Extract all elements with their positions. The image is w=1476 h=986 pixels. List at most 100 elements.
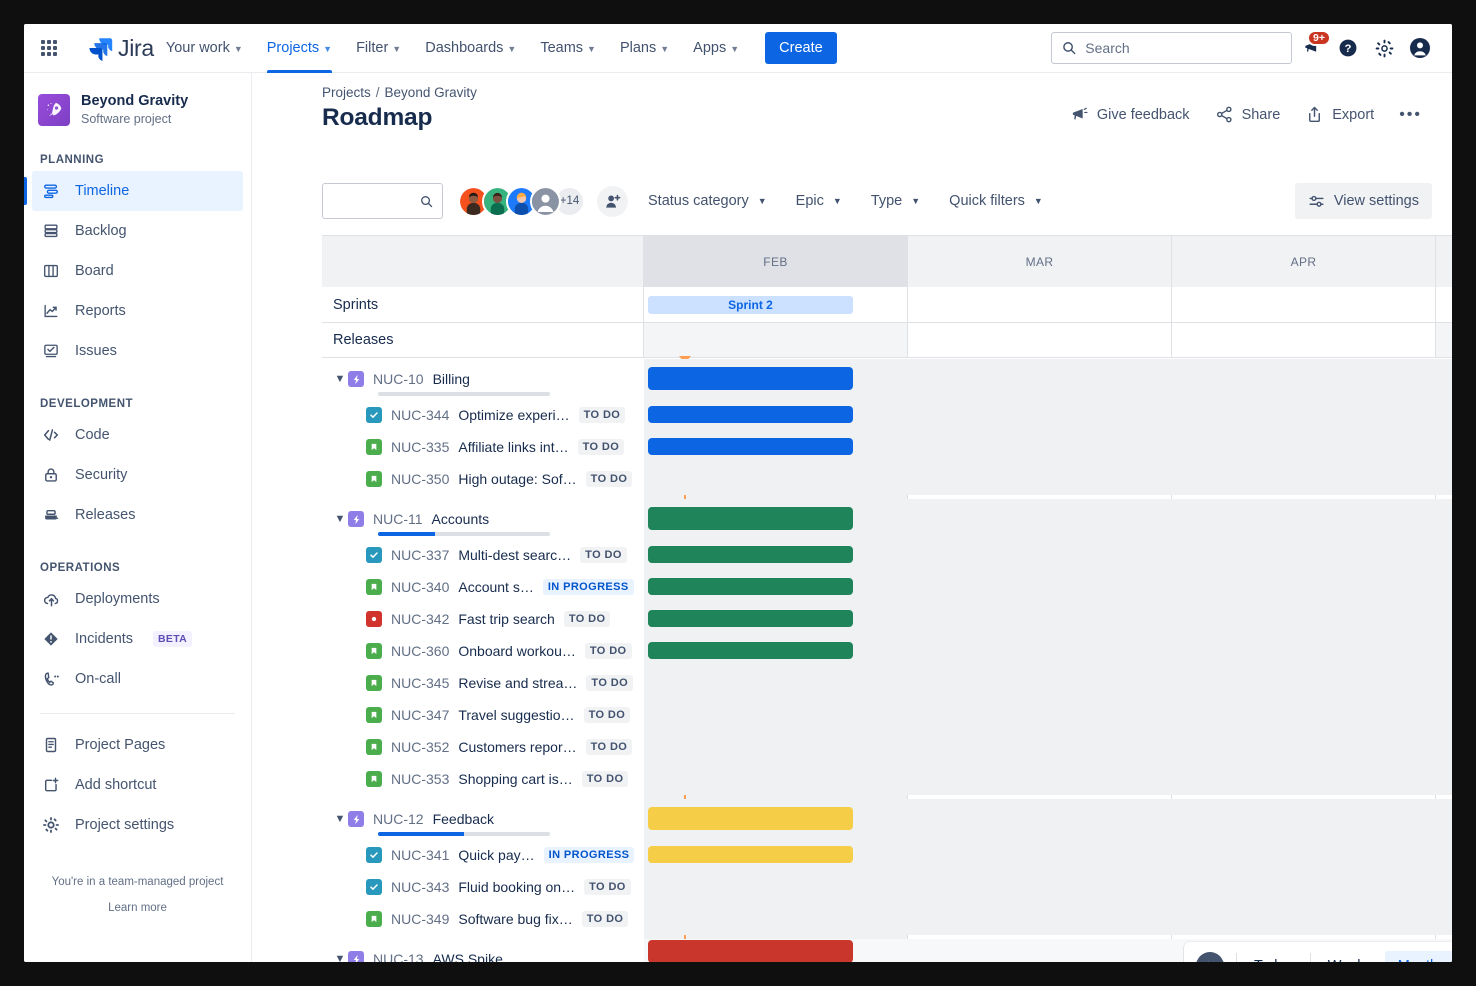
- jira-logo[interactable]: Jira: [87, 35, 154, 62]
- app-switcher-icon[interactable]: [33, 32, 65, 64]
- nav-label: Plans: [620, 40, 656, 56]
- issue-row-left: NUC-340 Account s… IN PROGRESS: [322, 571, 644, 603]
- sidebar-item-backlog[interactable]: Backlog: [32, 211, 243, 251]
- chevron-down-icon[interactable]: ▼: [332, 813, 348, 825]
- filter-epic[interactable]: Epic ▼: [787, 187, 851, 215]
- sidebar-item-incidents[interactable]: Incidents BETA: [32, 619, 243, 659]
- nav-dashboards[interactable]: Dashboards ▼: [415, 24, 526, 73]
- nav-apps[interactable]: Apps ▼: [683, 24, 749, 73]
- issue-row-nuc-352[interactable]: NUC-352 Customers repor… TO DO: [322, 731, 1452, 763]
- issue-row-nuc-342[interactable]: NUC-342 Fast trip search TO DO: [322, 603, 1452, 635]
- view-settings-button[interactable]: View settings: [1295, 183, 1432, 219]
- notifications-button[interactable]: 9+: [1296, 32, 1328, 64]
- story-type-icon: [366, 911, 382, 927]
- issue-timeline-bar[interactable]: [648, 438, 853, 455]
- issue-row-nuc-341[interactable]: NUC-341 Quick pay… IN PROGRESS: [322, 839, 1452, 871]
- epic-timeline-bar[interactable]: [648, 807, 853, 830]
- sidebar-item-timeline[interactable]: Timeline: [32, 171, 243, 211]
- export-button[interactable]: Export: [1297, 99, 1382, 130]
- nav-your-work[interactable]: Your work ▼: [156, 24, 253, 73]
- issue-row-nuc-353[interactable]: NUC-353 Shopping cart is… TO DO: [322, 763, 1452, 795]
- issue-row-nuc-349[interactable]: NUC-349 Software bug fix… TO DO: [322, 903, 1452, 935]
- issue-timeline-bar[interactable]: [648, 546, 853, 563]
- more-actions-button[interactable]: •••: [1391, 100, 1430, 130]
- issue-row-nuc-340[interactable]: NUC-340 Account s… IN PROGRESS: [322, 571, 1452, 603]
- sprint-pill[interactable]: Sprint 2: [648, 296, 853, 314]
- collapse-panel-button[interactable]: [1196, 952, 1224, 962]
- epic-timeline-bar[interactable]: [648, 507, 853, 530]
- sidebar-item-add-shortcut[interactable]: Add shortcut: [32, 765, 243, 805]
- more-icon: •••: [1399, 106, 1422, 124]
- nav-plans[interactable]: Plans ▼: [610, 24, 679, 73]
- sidebar-item-code[interactable]: Code: [32, 415, 243, 455]
- project-header[interactable]: Beyond Gravity Software project: [24, 73, 251, 127]
- sidebar-item-issues[interactable]: Issues: [32, 331, 243, 371]
- nav-filter[interactable]: Filter ▼: [346, 24, 411, 73]
- create-button[interactable]: Create: [765, 32, 837, 64]
- issue-timeline-bar[interactable]: [648, 578, 853, 595]
- timeline-search-input[interactable]: [332, 194, 420, 209]
- profile-avatar[interactable]: [1404, 32, 1436, 64]
- zoom-today-button[interactable]: Today: [1241, 951, 1306, 962]
- filter-quick-filters[interactable]: Quick filters ▼: [940, 187, 1052, 215]
- project-avatar: [38, 94, 70, 126]
- nav-label: Apps: [693, 40, 726, 56]
- timeline-toolbar: +14 Status category ▼ Epic ▼ Type: [322, 183, 1432, 219]
- epic-row-nuc-10[interactable]: ▼ NUC-10 Billing: [322, 359, 1452, 399]
- issue-row-nuc-345[interactable]: NUC-345 Revise and strea… TO DO: [322, 667, 1452, 699]
- filter-type[interactable]: Type ▼: [862, 187, 929, 215]
- zoom-months-button[interactable]: Months: [1385, 951, 1452, 962]
- share-button[interactable]: Share: [1207, 99, 1289, 130]
- epic-timeline-bar[interactable]: [648, 940, 853, 962]
- issue-summary: Travel suggestio…: [458, 707, 574, 723]
- sidebar-item-on-call[interactable]: On-call: [32, 659, 243, 699]
- issue-summary: Affiliate links int…: [458, 439, 568, 455]
- issue-row-left: NUC-341 Quick pay… IN PROGRESS: [322, 839, 644, 871]
- issue-row-nuc-337[interactable]: NUC-337 Multi-dest searc… TO DO: [322, 539, 1452, 571]
- sidebar-item-security[interactable]: Security: [32, 455, 243, 495]
- sidebar-item-board[interactable]: Board: [32, 251, 243, 291]
- sidebar-item-project-settings[interactable]: Project settings: [32, 805, 243, 845]
- breadcrumb-project[interactable]: Beyond Gravity: [385, 85, 477, 100]
- issue-row-nuc-350[interactable]: NUC-350 High outage: Sof… TO DO: [322, 463, 1452, 495]
- chevron-down-icon[interactable]: ▼: [332, 513, 348, 525]
- issue-timeline-bar[interactable]: [648, 610, 853, 627]
- learn-more-link[interactable]: Learn more: [108, 902, 167, 914]
- issue-row-nuc-347[interactable]: NUC-347 Travel suggestio… TO DO: [322, 699, 1452, 731]
- epic-row-nuc-11[interactable]: ▼ NUC-11 Accounts: [322, 499, 1452, 539]
- global-navigation: Jira Your work ▼ Projects ▼ Filter ▼ Das…: [24, 24, 1452, 73]
- avatar[interactable]: [530, 186, 561, 217]
- issue-summary: Quick pay…: [458, 847, 534, 863]
- nav-teams[interactable]: Teams ▼: [530, 24, 606, 73]
- settings-button[interactable]: [1368, 32, 1400, 64]
- filter-status-category[interactable]: Status category ▼: [639, 187, 776, 215]
- nav-projects[interactable]: Projects ▼: [257, 24, 342, 73]
- issue-row-nuc-344[interactable]: NUC-344 Optimize experi… TO DO: [322, 399, 1452, 431]
- status-badge: TO DO: [586, 739, 633, 755]
- breadcrumb-projects[interactable]: Projects: [322, 85, 371, 100]
- sidebar-item-reports[interactable]: Reports: [32, 291, 243, 331]
- epic-timeline-bar[interactable]: [648, 367, 853, 390]
- epic-row-nuc-12[interactable]: ▼ NUC-12 Feedback: [322, 799, 1452, 839]
- issue-row-nuc-360[interactable]: NUC-360 Onboard workou… TO DO: [322, 635, 1452, 667]
- sidebar-item-releases[interactable]: Releases: [32, 495, 243, 535]
- issue-row-nuc-335[interactable]: NUC-335 Affiliate links int… TO DO: [322, 431, 1452, 463]
- add-people-button[interactable]: [597, 186, 628, 217]
- issue-timeline-bar[interactable]: [648, 406, 853, 423]
- sidebar-item-project-pages[interactable]: Project Pages: [32, 725, 243, 765]
- issue-row-nuc-343[interactable]: NUC-343 Fluid booking on… TO DO: [322, 871, 1452, 903]
- status-badge: TO DO: [586, 471, 633, 487]
- search-input[interactable]: [1085, 40, 1281, 56]
- divider: [1236, 953, 1237, 962]
- sidebar-item-deployments[interactable]: Deployments: [32, 579, 243, 619]
- give-feedback-button[interactable]: Give feedback: [1062, 99, 1198, 130]
- help-button[interactable]: ?: [1332, 32, 1364, 64]
- global-search[interactable]: [1051, 32, 1292, 64]
- issue-timeline-bar[interactable]: [648, 642, 853, 659]
- chevron-down-icon[interactable]: ▼: [332, 373, 348, 385]
- issue-timeline-bar[interactable]: [648, 846, 853, 863]
- zoom-weeks-button[interactable]: Weeks: [1315, 951, 1385, 962]
- timeline-search[interactable]: [322, 183, 443, 219]
- chevron-down-icon[interactable]: ▼: [332, 953, 348, 962]
- bug-type-icon: [366, 611, 382, 627]
